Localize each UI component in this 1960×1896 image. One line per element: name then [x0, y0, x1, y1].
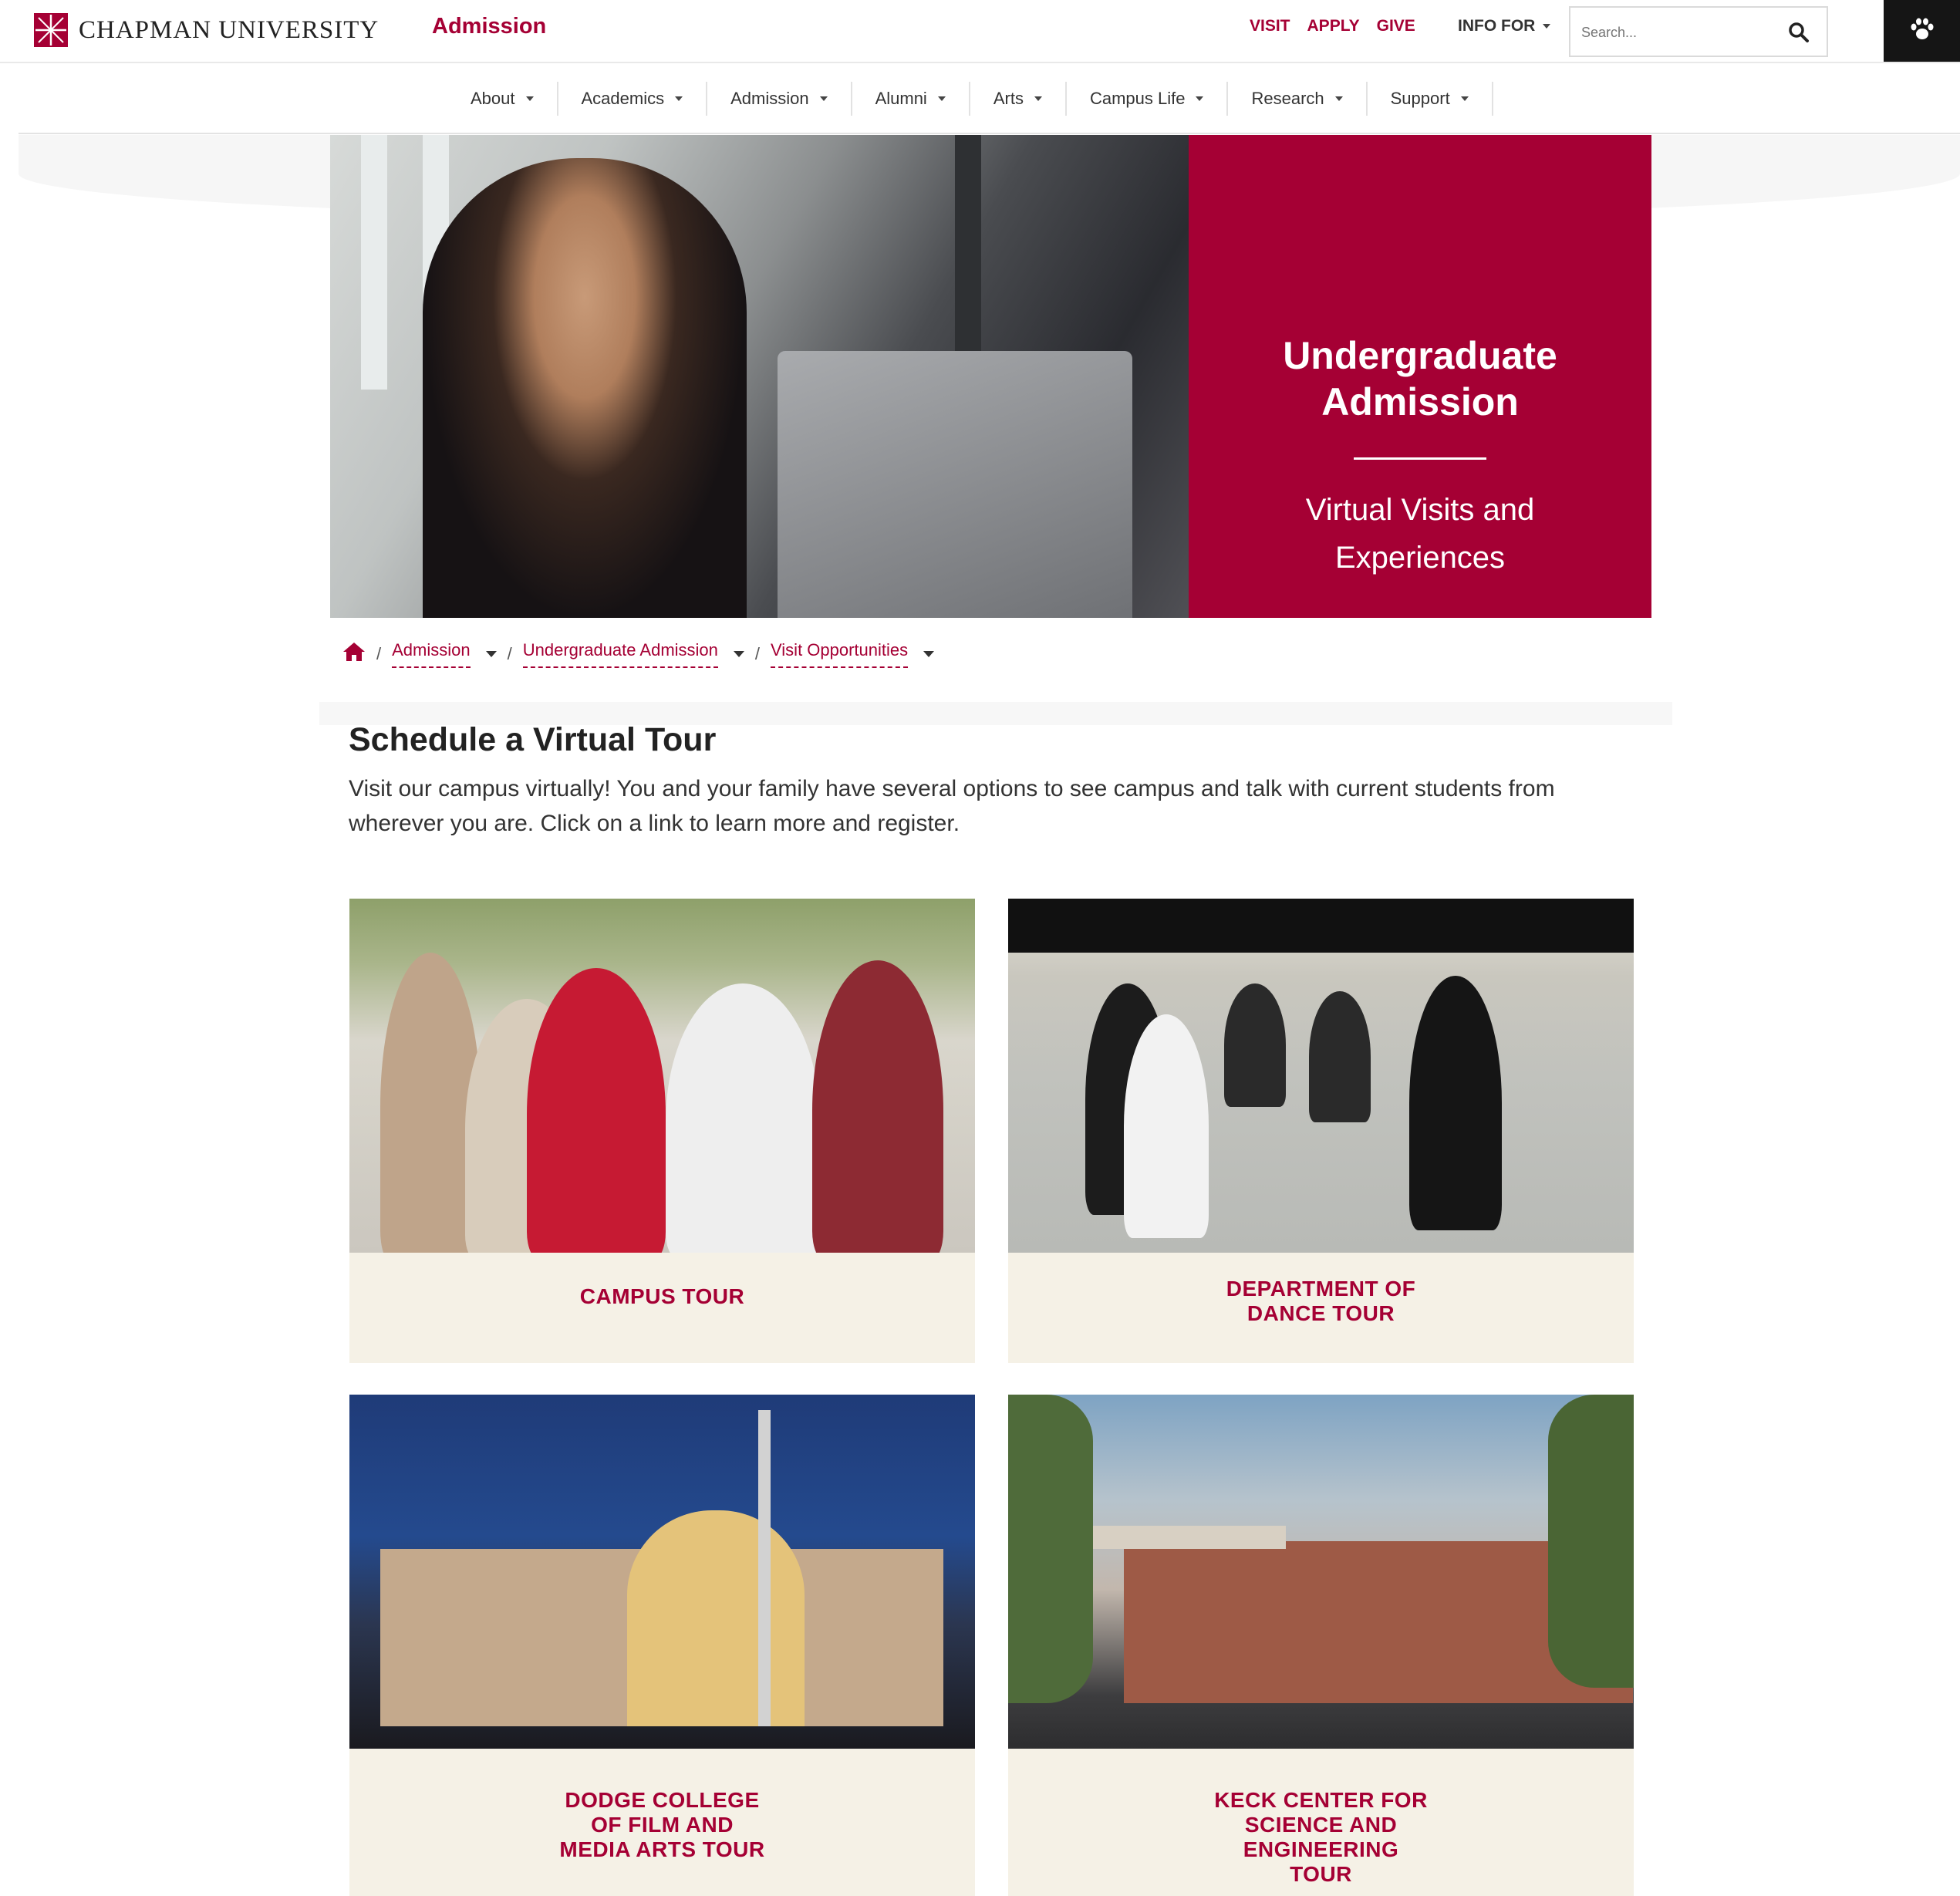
chevron-down-icon: [1034, 96, 1042, 101]
card-label-line: MEDIA ARTS TOUR: [559, 1837, 765, 1861]
card-label: DEPARTMENT OF DANCE TOUR: [1008, 1277, 1634, 1326]
laptop: [778, 351, 1132, 618]
card-label-line: DANCE TOUR: [1247, 1301, 1395, 1325]
breadcrumb-admission[interactable]: Admission: [392, 640, 471, 668]
student-figure: [666, 983, 820, 1253]
nav-item-label: Alumni: [875, 89, 927, 108]
breadcrumb-separator: /: [507, 644, 512, 663]
paw-icon: [1909, 18, 1935, 45]
nav-item-label: Research: [1251, 89, 1324, 108]
nav-item-research[interactable]: Research: [1228, 82, 1368, 116]
dance-tour-card[interactable]: DEPARTMENT OF DANCE TOUR: [1008, 899, 1634, 1363]
nav-items: About Academics Admission Alumni Arts Ca…: [447, 82, 1493, 116]
intro-paragraph: Visit our campus virtually! You and your…: [349, 776, 1555, 836]
card-label-line: OF FILM AND: [591, 1813, 734, 1837]
card-label: KECK CENTER FOR SCIENCE AND ENGINEERING …: [1008, 1788, 1634, 1887]
dancer-figure: [1409, 976, 1502, 1230]
chevron-down-icon: [1334, 96, 1343, 101]
paw-menu-button[interactable]: [1884, 0, 1960, 62]
chevron-down-icon: [1196, 96, 1204, 101]
dodge-college-photo: [349, 1395, 975, 1749]
student-figure: [423, 158, 747, 618]
card-label: DODGE COLLEGE OF FILM AND MEDIA ARTS TOU…: [349, 1788, 975, 1862]
dancer-figure: [1224, 983, 1286, 1107]
main-navigation: About Academics Admission Alumni Arts Ca…: [19, 63, 1960, 134]
dodge-college-tour-card[interactable]: DODGE COLLEGE OF FILM AND MEDIA ARTS TOU…: [349, 1395, 975, 1896]
nav-item-label: Arts: [993, 89, 1024, 108]
chapman-logo-icon: [34, 13, 68, 47]
nav-item-label: Support: [1390, 89, 1450, 108]
nav-item-label: About: [471, 89, 515, 108]
nav-item-label: Campus Life: [1089, 89, 1186, 108]
chevron-down-icon: [525, 96, 534, 101]
logo-text: CHAPMAN UNIVERSITY: [79, 15, 380, 44]
nav-item-support[interactable]: Support: [1368, 82, 1493, 116]
chevron-down-icon[interactable]: [485, 651, 497, 657]
breadcrumb-separator: /: [754, 644, 761, 663]
student-figure: [812, 960, 943, 1253]
keck-center-tour-card[interactable]: KECK CENTER FOR SCIENCE AND ENGINEERING …: [1008, 1395, 1634, 1896]
search-icon[interactable]: [1788, 22, 1810, 47]
card-label-line: DEPARTMENT OF: [1226, 1277, 1416, 1301]
breadcrumb-visit-opportunities[interactable]: Visit Opportunities: [771, 640, 909, 668]
dancer-figure: [1124, 1014, 1209, 1238]
card-label-line: KECK CENTER FOR: [1214, 1788, 1428, 1812]
card-label-line: TOUR: [1290, 1862, 1352, 1886]
nav-item-label: Academics: [581, 89, 665, 108]
building-rotunda: [627, 1510, 805, 1726]
tree: [1008, 1395, 1093, 1703]
search-input[interactable]: [1581, 21, 1782, 44]
home-icon[interactable]: [342, 642, 366, 666]
top-header: CHAPMAN UNIVERSITY Admission VISIT APPLY…: [0, 0, 1960, 63]
nav-item-alumni[interactable]: Alumni: [852, 82, 970, 116]
apply-link[interactable]: APPLY: [1307, 17, 1360, 35]
card-label-line: ENGINEERING: [1243, 1837, 1399, 1861]
hero-title: Undergraduate Admission: [1283, 334, 1557, 423]
chevron-down-icon: [675, 96, 683, 101]
nav-item-about[interactable]: About: [447, 82, 558, 116]
dancer-figure: [1309, 991, 1371, 1122]
dance-tour-photo: [1008, 899, 1634, 1253]
chevron-down-icon: [1543, 24, 1551, 29]
nav-item-admission[interactable]: Admission: [707, 82, 852, 116]
info-for-label: INFO FOR: [1458, 17, 1536, 35]
hero-subtitle: Virtual Visits and Experiences: [1305, 493, 1535, 575]
studio-ceiling: [1008, 899, 1634, 953]
card-label: CAMPUS TOUR: [349, 1284, 975, 1309]
nav-item-campus-life[interactable]: Campus Life: [1067, 82, 1229, 116]
section-title: Schedule a Virtual Tour: [349, 721, 717, 758]
chevron-down-icon: [819, 96, 828, 101]
nav-item-academics[interactable]: Academics: [558, 82, 708, 116]
search-box: [1569, 6, 1828, 57]
student-figure: [527, 968, 666, 1253]
card-label-line: CAMPUS TOUR: [579, 1284, 745, 1308]
card-label-line: SCIENCE AND: [1244, 1813, 1398, 1837]
breadcrumb-undergraduate-admission[interactable]: Undergraduate Admission: [522, 640, 718, 668]
building-spire: [758, 1410, 771, 1726]
chevron-down-icon[interactable]: [923, 651, 935, 657]
info-for-dropdown[interactable]: INFO FOR: [1458, 17, 1551, 35]
hero-title-panel: Undergraduate Admission Virtual Visits a…: [1189, 135, 1651, 618]
tree: [1548, 1395, 1634, 1688]
utility-links: VISIT APPLY GIVE: [1250, 17, 1415, 35]
breadcrumb: / Admission / Undergraduate Admission / …: [342, 640, 935, 668]
give-link[interactable]: GIVE: [1377, 17, 1415, 35]
breadcrumb-separator: /: [376, 644, 382, 663]
campus-tour-photo: [349, 899, 975, 1253]
hero-image: [330, 135, 1189, 618]
nav-item-arts[interactable]: Arts: [970, 82, 1067, 116]
campus-tour-card[interactable]: CAMPUS TOUR: [349, 899, 975, 1363]
chevron-down-icon[interactable]: [733, 651, 744, 657]
chevron-down-icon: [937, 96, 946, 101]
building-canopy: [1085, 1526, 1286, 1549]
university-logo[interactable]: CHAPMAN UNIVERSITY: [34, 12, 379, 48]
chevron-down-icon: [1460, 96, 1469, 101]
site-name-link[interactable]: Admission: [432, 14, 546, 39]
card-label-line: DODGE COLLEGE: [565, 1788, 760, 1812]
hero-divider: [1354, 457, 1486, 460]
nav-item-label: Admission: [730, 89, 809, 108]
window-frame: [361, 135, 387, 390]
keck-center-photo: [1008, 1395, 1634, 1749]
visit-link[interactable]: VISIT: [1250, 17, 1290, 35]
